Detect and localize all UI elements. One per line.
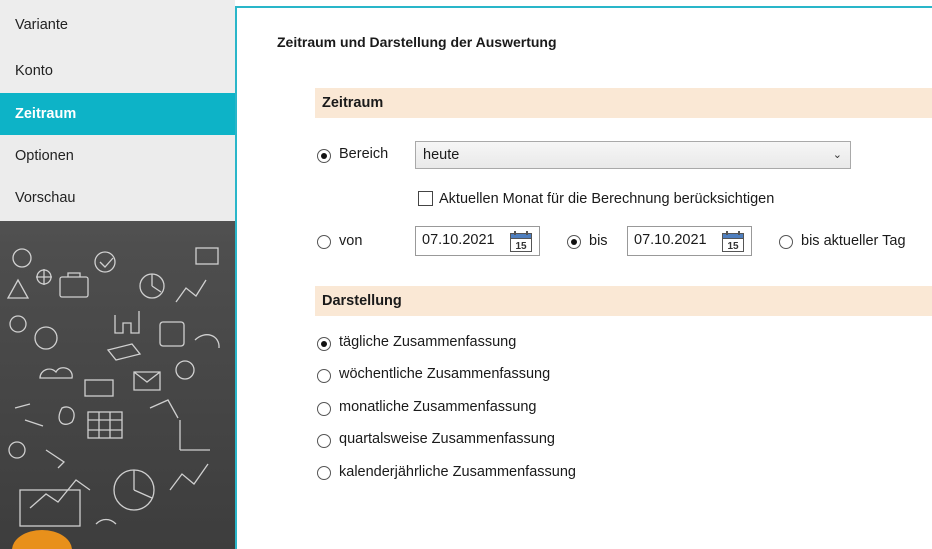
von-date-value: 07.10.2021 (422, 232, 495, 248)
quartalsweise-label: quartalsweise Zusammenfassung (339, 431, 555, 447)
sidebar-item-vorschau[interactable]: Vorschau (0, 177, 235, 219)
calendar-icon[interactable]: 15 (722, 231, 744, 252)
bereich-select-value: heute (423, 147, 460, 163)
sidebar-item-optionen[interactable]: Optionen (0, 135, 235, 177)
sidebar-item-zeitraum[interactable]: Zeitraum (0, 93, 235, 135)
main-panel: Zeitraum und Darstellung der Auswertung … (235, 6, 932, 549)
monatlich-label: monatliche Zusammenfassung (339, 399, 537, 415)
calendar-icon[interactable]: 15 (510, 231, 532, 252)
von-radio[interactable] (317, 235, 331, 249)
woechentlich-label: wöchentliche Zusammenfassung (339, 366, 551, 382)
chevron-down-icon: ⌄ (832, 149, 842, 161)
svg-text:15: 15 (515, 241, 527, 252)
aktueller-monat-checkbox[interactable] (418, 191, 433, 206)
bis-radio[interactable] (567, 235, 581, 249)
sidebar: Variante Konto Zeitraum Optionen Vorscha… (0, 0, 235, 549)
woechentlich-radio[interactable] (317, 369, 331, 383)
quartalsweise-radio[interactable] (317, 434, 331, 448)
bis-date-field[interactable]: 07.10.2021 15 (627, 226, 752, 256)
bis-aktueller-tag-radio[interactable] (779, 235, 793, 249)
bereich-radio[interactable] (317, 149, 331, 163)
von-date-field[interactable]: 07.10.2021 15 (415, 226, 540, 256)
kalenderjaehrlich-radio[interactable] (317, 466, 331, 480)
sidebar-item-variante[interactable]: Variante (0, 4, 235, 46)
von-label: von (339, 233, 363, 249)
sidebar-nav: Variante Konto Zeitraum Optionen Vorscha… (0, 0, 235, 221)
aktueller-monat-label: Aktuellen Monat für die Berechnung berüc… (439, 191, 775, 207)
section-header-zeitraum: Zeitraum (315, 88, 932, 118)
bereich-select[interactable]: heute ⌄ (415, 141, 851, 169)
bis-aktueller-tag-label: bis aktueller Tag (801, 233, 906, 249)
page-title: Zeitraum und Darstellung der Auswertung (277, 34, 557, 50)
bis-date-value: 07.10.2021 (634, 232, 707, 248)
taeglich-radio[interactable] (317, 337, 331, 351)
sidebar-item-konto[interactable]: Konto (0, 50, 235, 92)
svg-text:15: 15 (727, 241, 739, 252)
monatlich-radio[interactable] (317, 402, 331, 416)
section-header-darstellung: Darstellung (315, 286, 932, 316)
kalenderjaehrlich-label: kalenderjährliche Zusammenfassung (339, 464, 576, 480)
bereich-label: Bereich (339, 146, 389, 162)
taeglich-label: tägliche Zusammenfassung (339, 334, 517, 350)
bis-label: bis (589, 233, 608, 249)
